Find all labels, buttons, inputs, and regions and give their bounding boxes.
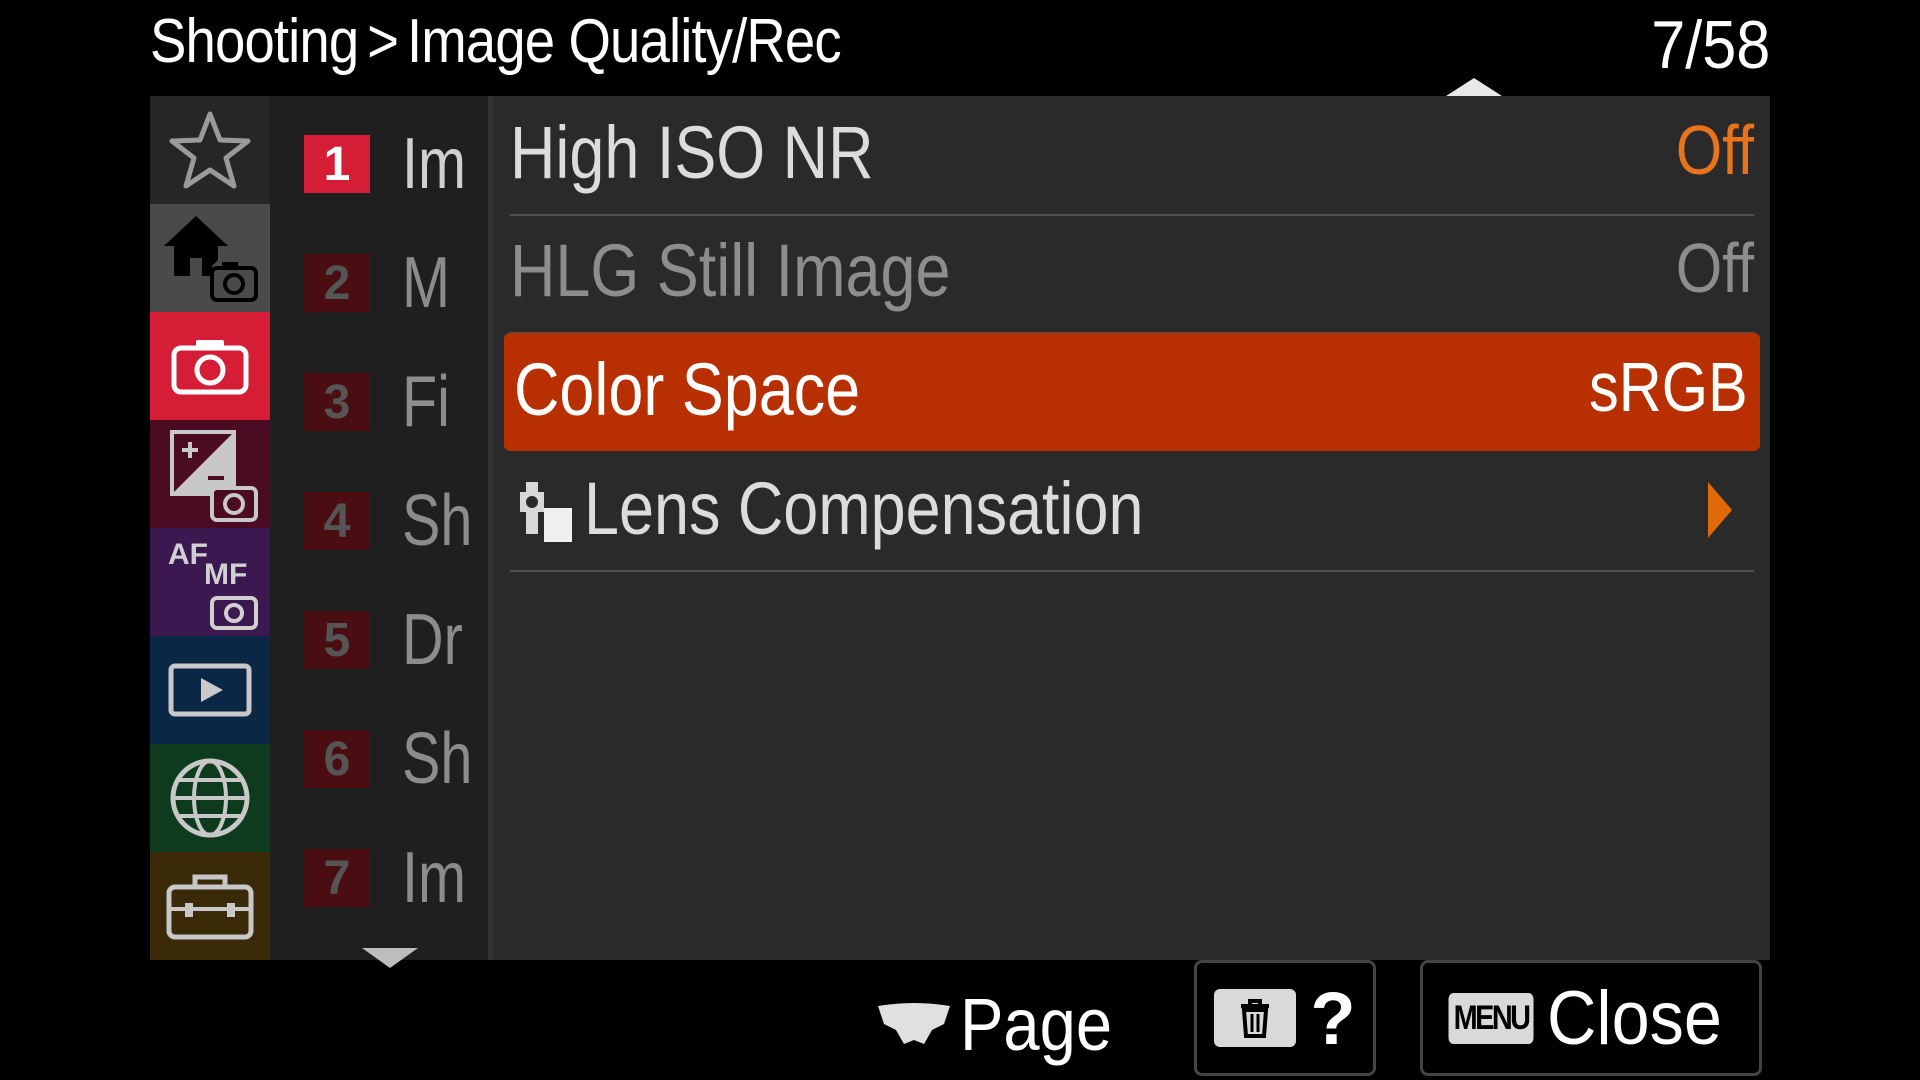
subcategory-item[interactable]: 3 Fi [304,362,462,442]
af-mf-camera-icon: AFMF [168,538,258,630]
subcategory-number: 4 [304,492,370,550]
camera-icon [171,340,249,395]
setting-high-iso-nr[interactable]: High ISO NR Off [510,96,1754,216]
subcategory-item[interactable]: 2 M [304,243,462,323]
subcategory-number: 3 [304,373,370,431]
subcategory-label: M [402,243,450,323]
close-button[interactable]: MENU Close [1420,960,1762,1076]
subcategory-item[interactable]: 4 Sh [304,481,490,561]
exposure-camera-icon [170,430,258,522]
setting-label: High ISO NR [510,111,874,194]
setting-lens-compensation[interactable]: Lens Compensation [510,452,1754,572]
category-playback[interactable] [150,636,270,744]
footer: Page ? MENU Close [0,960,1920,1080]
page-label: Page [960,983,1113,1066]
breadcrumb-current: Image Quality/Rec [406,7,842,76]
subcategory-item[interactable]: 5 Dr [304,600,478,680]
breadcrumb-root: Shooting [150,7,359,76]
category-main[interactable] [150,204,270,312]
subcategory-item[interactable]: 1 Im [304,124,482,204]
control-wheel-icon [878,1002,950,1044]
breadcrumb-separator: > [367,7,399,76]
subcategory-number: 5 [304,611,370,669]
subcategory-label: Dr [402,600,463,680]
header: Shooting > Image Quality/Rec 7/58 [150,0,1770,96]
help-icon: ? [1310,976,1356,1060]
subcategory-label: Im [402,124,466,204]
subcategory-list: 1 Im 2 M 3 Fi 4 Sh 5 Dr 6 Sh 7 Im [270,96,490,960]
category-setup[interactable] [150,852,270,960]
category-shooting[interactable] [150,312,270,420]
category-my-menu[interactable] [150,96,270,204]
breadcrumb: Shooting > Image Quality/Rec [150,6,842,77]
trash-icon [1214,989,1297,1047]
setting-label: HLG Still Image [510,229,951,312]
category-exposure-color[interactable] [150,420,270,528]
category-network[interactable] [150,744,270,852]
svg-text:AF: AF [168,538,208,571]
menu-button-icon: MENU [1448,992,1534,1044]
playback-icon [168,663,252,717]
subcategory-number: 7 [304,849,370,907]
globe-icon [170,758,250,838]
setting-hlg-still-image[interactable]: HLG Still Image Off [510,214,1754,334]
setting-value: sRGB [1589,348,1748,426]
scroll-up-arrow-icon[interactable] [1446,78,1502,96]
settings-list: High ISO NR Off HLG Still Image Off Colo… [494,78,1770,960]
subcategory-number: 2 [304,254,370,312]
home-camera-icon [164,216,258,302]
setting-color-space[interactable]: Color Space sRGB [504,333,1760,451]
subcategory-label: Sh [402,719,473,799]
chevron-right-icon [1708,482,1732,538]
toolbox-icon [166,874,254,940]
subcategory-label: Sh [402,481,473,561]
close-label: Close [1546,975,1722,1061]
subcategory-label: Fi [402,362,450,442]
setting-label: Lens Compensation [584,467,1144,550]
subcategory-number: 6 [304,730,370,788]
page-indicator: 7/58 [1650,7,1770,83]
subcategory-label: Im [402,838,466,918]
delete-help-button[interactable]: ? [1194,960,1376,1076]
star-icon [169,111,251,189]
subcategory-item[interactable]: 7 Im [304,838,482,918]
setting-label: Color Space [514,348,861,431]
subcategory-number: 1 [304,135,370,193]
setting-value: Off [1675,111,1754,189]
subcategory-item[interactable]: 6 Sh [304,719,490,799]
category-sidebar: AF MF [150,96,270,960]
page-hint[interactable]: Page [874,982,1133,1067]
menu-panel: AF MF 1 Im 2 M 3 Fi 4 Sh 5 Dr 6 Sh 7 Im … [150,78,1770,968]
svg-text:MF: MF [204,558,247,591]
category-focus[interactable]: AF MF [150,528,270,636]
setting-value: Off [1675,229,1754,307]
lens-compensation-icon [518,478,576,549]
